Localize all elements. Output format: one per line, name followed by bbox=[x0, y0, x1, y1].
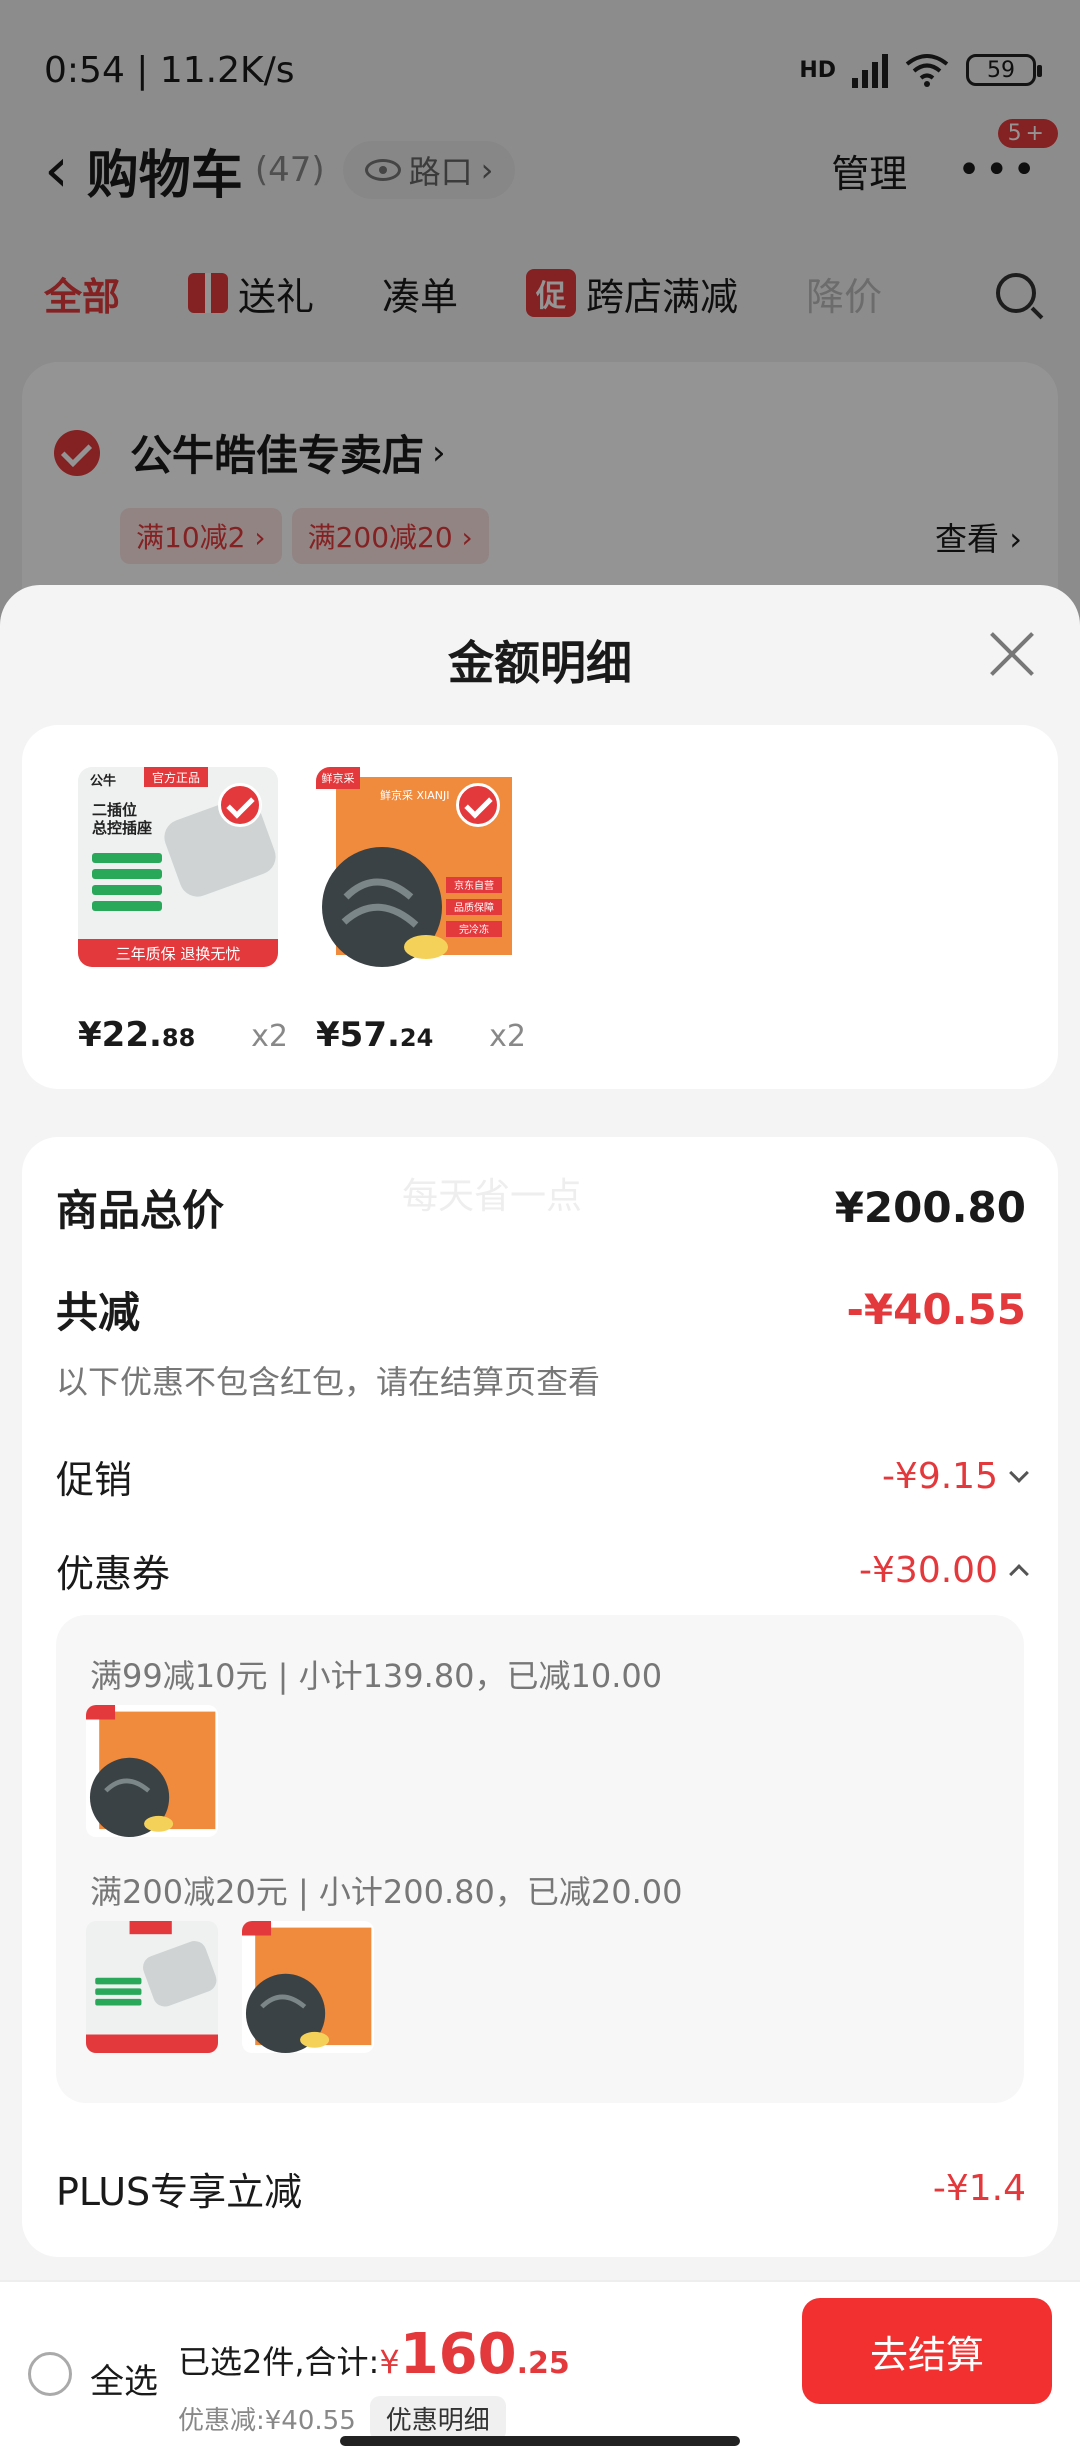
checkout-button[interactable]: 去结算 bbox=[802, 2298, 1052, 2404]
checkout-bar: 全选 已选2件,合计: ¥ 160 .25 优惠减:¥40.55 优惠明细 去结… bbox=[0, 2280, 1080, 2460]
select-all-checkbox[interactable] bbox=[28, 2352, 72, 2396]
side-badge: 品质保障 bbox=[454, 901, 494, 914]
item-price-decimal: 88 bbox=[161, 1024, 196, 1052]
coupon-label: 优惠券 bbox=[56, 1552, 171, 1596]
item-price-row: ¥22. 88 x2 bbox=[78, 1015, 318, 1055]
shrimp-box-image bbox=[86, 1705, 218, 1837]
product-image: 鲜京采 鲜京采 XIANJI 京东自营 品质保障 完冷冻 bbox=[316, 767, 516, 967]
brand-text: 公牛 bbox=[90, 773, 116, 789]
product-thumb bbox=[86, 1921, 218, 2053]
chevron-down-icon bbox=[1009, 1462, 1029, 1483]
power-strip-image bbox=[86, 1921, 218, 2053]
brand-tag: 鲜京采 bbox=[322, 771, 355, 785]
item-price-row: ¥57. 24 x2 bbox=[316, 1015, 556, 1055]
item-price-decimal: 24 bbox=[399, 1024, 434, 1052]
total-reduction-label: 共减 bbox=[56, 1288, 141, 1337]
promotion-row[interactable]: 促销 -¥9.15 bbox=[56, 1449, 1029, 1504]
total-price-value: ¥200.80 bbox=[834, 1183, 1026, 1232]
product-thumb bbox=[86, 1705, 218, 1837]
product-item[interactable]: 官方正品 公牛 二插位 总控插座 三年质保 退换无忧 ¥22. 88 x2 bbox=[78, 767, 318, 1055]
item-checkbox[interactable] bbox=[218, 783, 262, 827]
total-currency: ¥ bbox=[379, 2343, 400, 2381]
brand-text: 鲜京采 XIANJI bbox=[380, 788, 450, 802]
item-checkbox[interactable] bbox=[456, 783, 500, 827]
plus-discount-row: PLUS专享立减 -¥1.4 bbox=[56, 2161, 1026, 2216]
chevron-up-icon bbox=[1009, 1563, 1029, 1584]
discount-detail-button[interactable]: 优惠明细 bbox=[369, 2396, 506, 2441]
promotion-label: 促销 bbox=[56, 1458, 133, 1502]
reduction-note: 以下优惠不包含红包，请在结算页查看 bbox=[56, 1363, 601, 1401]
plus-discount-label: PLUS专享立减 bbox=[56, 2170, 303, 2214]
discount-amount: 优惠减:¥40.55 bbox=[178, 2406, 356, 2436]
close-icon[interactable] bbox=[986, 627, 1038, 679]
amount-detail-sheet: 金额明细 官方正品 公牛 二插位 总控插座 三年质保 退换无忧 ¥22. 88 … bbox=[0, 585, 1080, 2460]
total-reduction-value: -¥40.55 bbox=[846, 1285, 1026, 1334]
item-quantity: x2 bbox=[251, 1019, 288, 1054]
home-indicator bbox=[340, 2436, 740, 2446]
promotion-value: -¥9.15 bbox=[881, 1456, 998, 1497]
coupon-products bbox=[86, 1921, 374, 2053]
coupon-detail-line: 满99减10元 | 小计139.80，已减10.00 bbox=[90, 1657, 663, 1695]
total-line: 已选2件,合计: ¥ 160 .25 bbox=[178, 2322, 570, 2387]
total-amount-decimal: .25 bbox=[516, 2346, 570, 2381]
product-line1: 二插位 bbox=[92, 801, 137, 819]
select-all-label[interactable]: 全选 bbox=[90, 2354, 158, 2403]
product-item[interactable]: 鲜京采 鲜京采 XIANJI 京东自营 品质保障 完冷冻 ¥57. 24 x2 bbox=[316, 767, 556, 1055]
total-price-label: 商品总价 bbox=[56, 1186, 225, 1235]
total-price-row: 商品总价 ¥200.80 bbox=[56, 1177, 1026, 1238]
selected-summary: 已选2件,合计: bbox=[178, 2343, 380, 2381]
total-reduction-row: 共减 -¥40.55 bbox=[56, 1279, 1026, 1340]
shrimp-box-image bbox=[242, 1921, 374, 2053]
item-price: ¥22. bbox=[78, 1015, 162, 1055]
side-badge: 完冷冻 bbox=[459, 923, 489, 936]
product-line2: 总控插座 bbox=[92, 819, 152, 837]
item-price: ¥57. bbox=[316, 1015, 400, 1055]
selected-items-card: 官方正品 公牛 二插位 总控插座 三年质保 退换无忧 ¥22. 88 x2 鲜京… bbox=[22, 725, 1058, 1089]
coupon-value: -¥30.00 bbox=[859, 1550, 998, 1591]
product-image: 官方正品 公牛 二插位 总控插座 三年质保 退换无忧 bbox=[78, 767, 278, 967]
product-thumb bbox=[242, 1921, 374, 2053]
coupon-row[interactable]: 优惠券 -¥30.00 bbox=[56, 1543, 1029, 1598]
discount-line: 优惠减:¥40.55 优惠明细 bbox=[178, 2396, 506, 2441]
coupon-products bbox=[86, 1705, 218, 1837]
coupon-detail-box: 满99减10元 | 小计139.80，已减10.00 满200减20元 | 小计… bbox=[56, 1615, 1024, 2103]
item-quantity: x2 bbox=[489, 1019, 526, 1054]
coupon-detail-line: 满200减20元 | 小计200.80，已减20.00 bbox=[90, 1873, 683, 1911]
official-tag: 官方正品 bbox=[152, 770, 200, 785]
side-badge: 京东自营 bbox=[454, 879, 494, 892]
sheet-title: 金额明细 bbox=[448, 636, 632, 690]
total-amount: 160 bbox=[399, 2322, 517, 2387]
price-summary-card: 每天省一点 商品总价 ¥200.80 共减 -¥40.55 以下优惠不包含红包，… bbox=[22, 1137, 1058, 2257]
plus-discount-value: -¥1.4 bbox=[932, 2168, 1026, 2209]
warranty-banner: 三年质保 退换无忧 bbox=[116, 945, 241, 963]
